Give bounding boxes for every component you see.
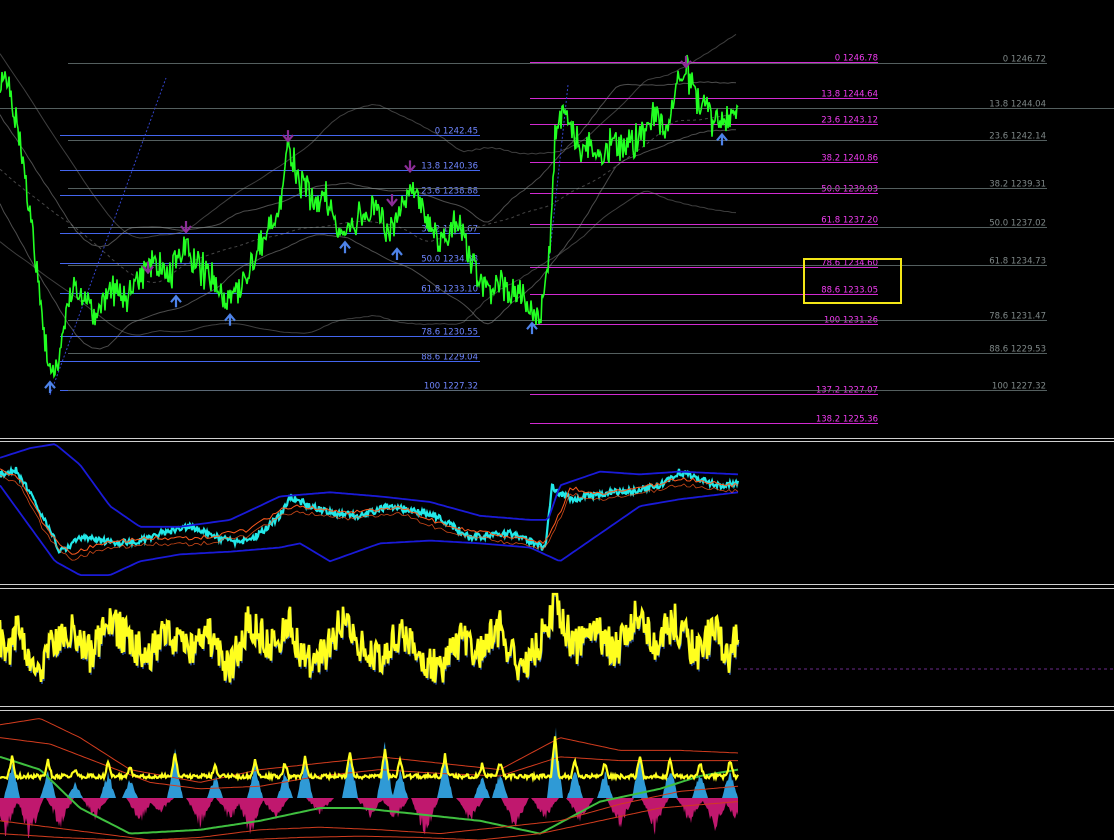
fib-middle-label-3: 38.2 1240.86: [821, 154, 878, 164]
trading-chart: 0 1242.4513.8 1240.3623.6 1238.8838.2 12…: [0, 0, 1114, 840]
fib-right-label-6: 78.6 1231.47: [989, 312, 1046, 322]
fib-right-label-1: 13.8 1244.04: [989, 100, 1046, 110]
fib-middle-label-1: 13.8 1244.64: [821, 90, 878, 100]
fib-left-label-0: 0 1242.45: [435, 127, 478, 137]
fib-middle-label-0: 0 1246.78: [835, 54, 878, 64]
fib-left-label-6: 78.6 1230.55: [421, 328, 478, 338]
fib-right-label-7: 88.6 1229.53: [989, 345, 1046, 355]
fib-middle-label-5: 61.8 1237.20: [821, 216, 878, 226]
fib-middle-label-7: 88.6 1233.05: [821, 286, 878, 296]
fib-right-label-0: 0 1246.72: [1003, 55, 1046, 65]
fib-middle-label-10: 138.2 1225.36: [816, 415, 878, 425]
fib-right-label-3: 38.2 1239.31: [989, 180, 1046, 190]
fib-middle-label-2: 23.6 1243.12: [821, 116, 878, 126]
fib-left-label-5: 61.8 1233.10: [421, 285, 478, 295]
fib-left-label-1: 13.8 1240.36: [421, 162, 478, 172]
fib-right-label-4: 50.0 1237.02: [989, 219, 1046, 229]
fib-right-label-8: 100 1227.32: [992, 382, 1046, 392]
fib-middle-label-4: 50.0 1239.03: [821, 185, 878, 195]
fib-right-label-5: 61.8 1234.73: [989, 257, 1046, 267]
fib-right-label-2: 23.6 1242.14: [989, 132, 1046, 142]
